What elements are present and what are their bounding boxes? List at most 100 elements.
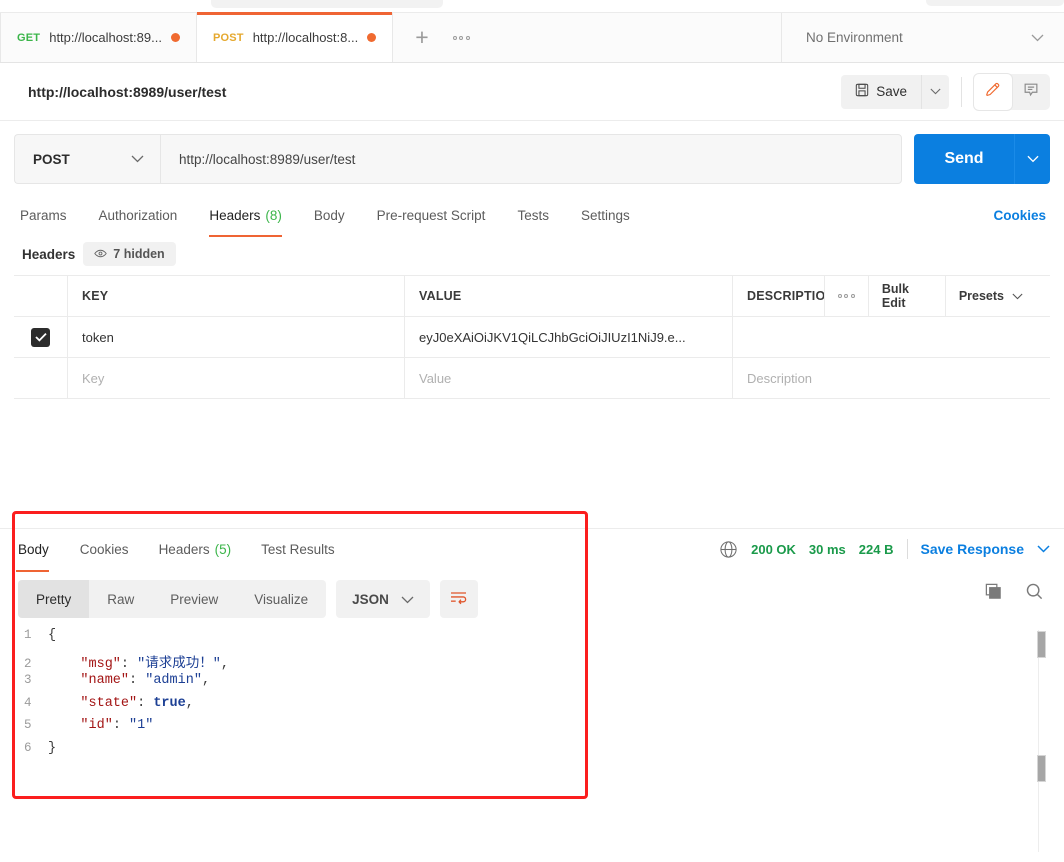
row-description-cell[interactable] [733,317,1050,357]
comment-icon [1022,81,1040,102]
tab-authorization[interactable]: Authorization [83,197,194,233]
response-tab-cookies[interactable]: Cookies [65,531,144,567]
tab-headers[interactable]: Headers (8) [193,197,298,237]
request-title-bar: http://localhost:8989/user/test Save [0,63,1064,121]
response-scrollbar-thumb[interactable] [1037,631,1046,658]
table-row[interactable]: token eyJ0eXAiOiJKV1QiLCJhbGciOiJIUzI1Ni… [14,317,1050,358]
column-header-value: VALUE [405,276,733,316]
view-mode-raw[interactable]: Raw [89,580,152,618]
tab-label: Authorization [98,207,178,223]
tab-params[interactable]: Params [14,197,83,233]
tab-actions: + [393,13,782,62]
response-scrollbar-marker[interactable] [1037,755,1046,782]
new-tab-icon[interactable]: + [415,26,428,49]
save-response-button[interactable]: Save Response [921,541,1025,557]
tab-label: Tests [517,207,549,223]
row-value-cell[interactable]: eyJ0eXAiOiJKV1QiLCJhbGciOiJIUzI1NiJ9.e..… [405,317,733,357]
tab-tests[interactable]: Tests [501,197,565,233]
code-line: 3 "name": "admin", [18,673,1050,696]
row-checkbox[interactable] [31,327,50,347]
chevron-down-icon [1012,289,1023,303]
response-format-selector[interactable]: JSON [336,580,430,618]
tab-strip: GET http://localhost:89... POST http://l… [0,12,1064,63]
table-header-row: KEY VALUE DESCRIPTIO Bulk Edit Presets [14,275,1050,317]
tab-pre-request-script[interactable]: Pre-request Script [361,197,502,233]
new-value-input[interactable]: Value [405,358,733,398]
tab-more-options-icon[interactable] [452,35,470,40]
tab-method-label: GET [17,31,41,44]
response-time: 30 ms [808,541,846,557]
copy-icon[interactable] [984,582,1003,604]
presets-dropdown[interactable]: Presets [944,276,1036,316]
chevron-down-icon [131,152,144,166]
tab-settings[interactable]: Settings [565,197,646,233]
bulk-edit-button[interactable]: Bulk Edit [867,276,945,316]
response-scrollbar-track[interactable] [1038,630,1048,852]
http-method-label: POST [33,151,70,167]
save-button-label: Save [876,84,907,99]
tab-label: Body [313,207,345,223]
response-status-bar: 200 OK 30 ms 224 B Save Response [719,534,1050,564]
save-button[interactable]: Save [841,74,921,109]
code-line: 5 "id": "1" [18,718,1050,741]
request-tab-post[interactable]: POST http://localhost:8... [196,12,394,62]
tab-label: Headers [158,541,210,557]
url-input-value: http://localhost:8989/user/test [179,151,356,167]
table-more-options-icon[interactable] [823,276,868,316]
request-tab-get[interactable]: GET http://localhost:89... [0,13,197,62]
line-number: 4 [24,695,32,710]
word-wrap-icon [449,590,468,608]
response-view-mode-group: Pretty Raw Preview Visualize [18,580,327,618]
chevron-down-icon [401,592,414,607]
view-mode-pretty[interactable]: Pretty [18,580,90,618]
response-tab-test-results[interactable]: Test Results [246,531,350,567]
line-number: 1 [24,628,32,642]
environment-selector[interactable]: No Environment [782,13,1064,62]
view-mode-visualize[interactable]: Visualize [236,580,326,618]
edit-request-button[interactable] [974,73,1012,110]
line-number: 5 [24,718,32,732]
http-method-selector[interactable]: POST [14,134,160,184]
send-dropdown-button[interactable] [1014,134,1050,184]
table-row-empty[interactable]: Key Value Description [14,358,1050,399]
url-input[interactable]: http://localhost:8989/user/test [160,134,902,184]
tab-label: Pre-request Script [376,207,486,223]
search-icon[interactable] [1025,582,1044,604]
response-body-code[interactable]: 1 { 2 "msg": "请求成功！", 3 "name": "admin",… [18,628,1050,862]
response-tab-headers[interactable]: Headers (5) [144,531,247,567]
postman-window: GET http://localhost:89... POST http://l… [0,0,1064,862]
cookies-link[interactable]: Cookies [993,208,1050,223]
hidden-headers-toggle[interactable]: 7 hidden [83,242,176,266]
header-cell-checkbox [14,276,68,316]
unsaved-indicator-dot [367,33,377,42]
new-key-input[interactable]: Key [68,358,405,398]
code-line: 1 { [18,628,1050,651]
line-content: "state": true, [80,695,194,711]
new-description-input[interactable]: Description [733,358,1050,398]
line-content: "msg": "请求成功！", [80,656,229,672]
response-format-label: JSON [352,591,389,607]
row-key-cell[interactable]: token [68,317,405,357]
tab-body[interactable]: Body [298,197,361,233]
view-mode-preview[interactable]: Preview [152,580,236,618]
chevron-down-icon[interactable] [1037,542,1050,556]
code-line: 6 } [18,741,1050,764]
divider [961,76,962,107]
partial-top-element-right [926,0,1064,6]
table-tools: Bulk Edit Presets [823,276,1036,316]
new-description-placeholder: Description [747,370,813,386]
word-wrap-toggle[interactable] [439,580,478,618]
save-dropdown-button[interactable] [921,74,949,109]
line-content: "name": "admin", [80,673,211,688]
line-number: 6 [24,740,32,755]
send-button[interactable]: Send [914,134,1014,184]
code-line: 2 "msg": "请求成功！", [18,651,1050,674]
save-disk-icon [855,83,869,100]
tab-label: Settings [580,207,630,223]
tab-label: Body [18,541,49,557]
response-tab-body[interactable]: Body [14,531,65,572]
column-header-description: DESCRIPTIO [747,289,824,303]
tab-label: Test Results [261,541,335,557]
comment-button[interactable] [1012,74,1050,110]
url-bar: POST http://localhost:8989/user/test Sen… [14,134,1050,184]
